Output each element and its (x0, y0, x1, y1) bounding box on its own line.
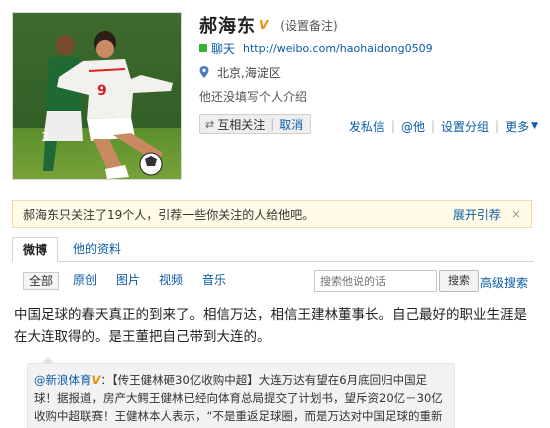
set-group-link[interactable]: 设置分组 (441, 118, 489, 135)
location-pin-icon (199, 66, 209, 78)
chat-url-row: 聊天 http://weibo.com/haohaidong0509 (199, 40, 433, 56)
recommend-text: 郝海东只关注了19个人，引荐一些你关注的人给他吧。 (23, 207, 315, 222)
tab-weibo[interactable]: 微博 (12, 237, 59, 262)
feed-filter-bar: 全部 原创 图片 视频 音乐 搜索 高级搜索 (12, 266, 534, 296)
feed-post-text: 中国足球的春天真正的到来了。相信万达，相信王建林董事长。自己最好的职业生涯是在大… (14, 307, 527, 345)
search-input[interactable] (314, 270, 437, 292)
search-button[interactable]: 搜索 (439, 270, 479, 292)
set-remark-link[interactable]: (设置备注) (280, 17, 337, 34)
advanced-search-link[interactable]: 高级搜索 (480, 274, 528, 291)
profile-actions: 发私信 | @他 | 设置分组 | 更多 ▼ (349, 118, 538, 134)
follow-status-button[interactable]: ⇄ 互相关注 | 取消 (199, 114, 311, 134)
mutual-follow-icon: ⇄ (205, 117, 215, 131)
follow-status-label: 互相关注 (217, 117, 266, 132)
quote-author-link[interactable]: @新浪体育 (34, 373, 92, 387)
profile-intro: 他还没填写个人介绍 (199, 90, 308, 104)
location-text: 北京,海淀区 (217, 65, 281, 80)
jersey-number: 9 (97, 83, 107, 99)
action-divider: | (390, 119, 395, 133)
expand-recommend-link[interactable]: 展开引荐 (453, 206, 501, 223)
action-divider: | (495, 119, 500, 133)
quoted-post: @新浪体育V：【传王健林砸30亿收购中超】大连万达有望在6月底回归中国足球！据报… (27, 363, 455, 428)
follow-divider: | (270, 117, 275, 131)
recommend-bar: 郝海东只关注了19个人，引荐一些你关注的人给他吧。 展开引荐 × (12, 200, 532, 228)
filter-video[interactable]: 视频 (159, 272, 183, 290)
unfollow-link[interactable]: 取消 (279, 116, 303, 133)
filter-all[interactable]: 全部 (23, 272, 59, 290)
more-menu[interactable]: 更多 (505, 118, 529, 135)
mention-link[interactable]: @他 (401, 118, 425, 135)
profile-tabs: 微博 他的资料 (12, 237, 534, 262)
chevron-down-icon[interactable]: ▼ (531, 121, 538, 131)
filter-music[interactable]: 音乐 (202, 272, 226, 290)
profile-name: 郝海东 (199, 16, 256, 37)
opponent-number: 3 (41, 130, 49, 144)
filter-images[interactable]: 图片 (116, 272, 140, 290)
close-icon[interactable]: × (511, 207, 521, 221)
filter-original[interactable]: 原创 (73, 272, 97, 290)
online-status-icon (199, 44, 207, 52)
action-divider: | (430, 119, 435, 133)
profile-name-row: 郝海东 V (设置备注) (199, 14, 338, 37)
avatar-football-photo: 3 9 (13, 13, 181, 179)
send-message-link[interactable]: 发私信 (349, 118, 385, 135)
tab-profile-info[interactable]: 他的资料 (63, 237, 131, 262)
verified-icon: V (259, 18, 269, 32)
chat-link[interactable]: 聊天 (211, 40, 235, 57)
profile-avatar[interactable]: 3 9 (12, 12, 182, 180)
profile-url-link[interactable]: http://weibo.com/haohaidong0509 (243, 42, 433, 55)
location-row: 北京,海淀区 (199, 64, 281, 80)
